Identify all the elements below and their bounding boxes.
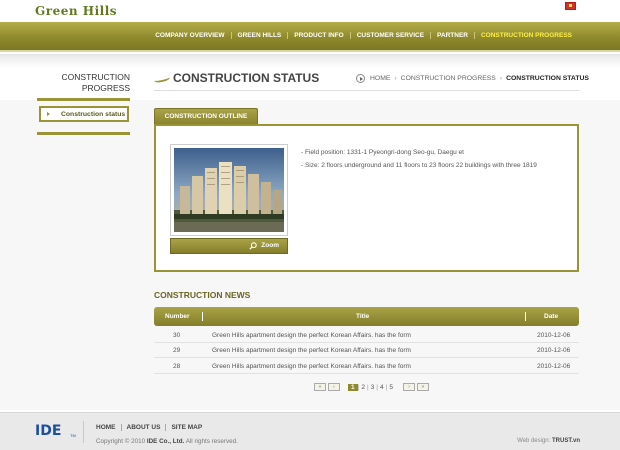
chevron-right-icon: ›: [394, 75, 397, 82]
row-title[interactable]: Green Hills apartment design the perfect…: [212, 347, 411, 354]
page-2[interactable]: 2: [359, 384, 367, 391]
column-date: Date: [544, 313, 559, 320]
info-size: - Size: 2 floors underground and 11 floo…: [301, 162, 537, 169]
title-divider: [154, 90, 579, 91]
table-row[interactable]: 28 Green Hills apartment design the perf…: [154, 359, 579, 374]
column-number: Number: [165, 313, 190, 320]
footer-link-about-us[interactable]: ABOUT US: [120, 424, 166, 431]
sidebar-item-construction-status[interactable]: Construction status: [39, 106, 129, 122]
nav-customer-service[interactable]: CUSTOMER SERVICE: [349, 32, 430, 39]
sidebar-title: CONSTRUCTION PROGRESS: [40, 72, 130, 94]
news-table-header: Number Title Date: [154, 307, 579, 326]
column-divider: [525, 312, 526, 321]
copyright-rights: All rights reserved.: [185, 438, 238, 445]
page-3[interactable]: 3: [369, 384, 377, 391]
sidebar-title-line2: PROGRESS: [81, 83, 130, 93]
magnifier-icon: [249, 242, 257, 250]
row-date: 2010-12-06: [537, 347, 571, 354]
row-date: 2010-12-06: [537, 332, 571, 339]
row-number: 30: [173, 332, 181, 339]
footer-links: HOME ABOUT US SITE MAP: [96, 424, 207, 431]
copyright-prefix: Copyright © 2010: [96, 438, 146, 445]
nav-green-hills[interactable]: GREEN HILLS: [230, 32, 288, 39]
nav-product-info[interactable]: PRODUCT INFO: [287, 32, 349, 39]
page-4[interactable]: 4: [378, 384, 386, 391]
sidebar-item-label: Construction status: [61, 111, 126, 118]
construction-info: - Field position: 1331-1 Pyeongri-dong S…: [301, 146, 537, 172]
apartment-render-image: [174, 148, 284, 232]
column-title: Title: [356, 313, 370, 320]
chevron-right-icon: ›: [499, 75, 503, 82]
zoom-label: Zoom: [261, 242, 279, 249]
footer: IDE TM HOME ABOUT US SITE MAP Copyright …: [0, 412, 620, 450]
sidebar-title-line1: CONSTRUCTION: [61, 72, 130, 82]
next-page-button[interactable]: ›: [402, 383, 415, 391]
row-title[interactable]: Green Hills apartment design the perfect…: [212, 332, 411, 339]
sidebar-divider-top: [37, 98, 130, 101]
copyright-company: IDE Co., Ltd.: [146, 438, 185, 445]
row-number: 29: [173, 347, 181, 354]
breadcrumb: HOME › CONSTRUCTION PROGRESS › CONSTRUCT…: [356, 74, 589, 83]
table-row[interactable]: 30 Green Hills apartment design the perf…: [154, 328, 579, 343]
nav-company-overview[interactable]: COMPANY OVERVIEW: [149, 32, 230, 39]
row-date: 2010-12-06: [537, 363, 571, 370]
site-logo[interactable]: Green Hills: [35, 4, 117, 18]
main-nav-bar: COMPANY OVERVIEW GREEN HILLS PRODUCT INF…: [0, 22, 620, 52]
nav-partner[interactable]: PARTNER: [430, 32, 474, 39]
construction-photo[interactable]: [174, 148, 284, 232]
page-5[interactable]: 5: [387, 384, 395, 391]
row-number: 28: [173, 363, 181, 370]
page-title: CONSTRUCTION STATUS: [173, 71, 320, 85]
sidebar-divider-bottom: [37, 132, 130, 135]
page-1[interactable]: 1: [348, 383, 358, 391]
main-nav: COMPANY OVERVIEW GREEN HILLS PRODUCT INF…: [149, 32, 578, 39]
header-shadow: [0, 54, 620, 68]
design-label: Web design:: [517, 438, 551, 444]
breadcrumb-construction-progress[interactable]: CONSTRUCTION PROGRESS: [401, 75, 496, 82]
footer-divider: [83, 421, 84, 443]
info-field-position: - Field position: 1331-1 Pyeongri-dong S…: [301, 149, 464, 156]
last-page-button[interactable]: »: [416, 383, 429, 391]
zoom-button[interactable]: Zoom: [170, 238, 288, 254]
footer-logo-trademark: TM: [70, 433, 76, 438]
footer-link-home[interactable]: HOME: [96, 424, 121, 431]
home-icon[interactable]: [356, 74, 365, 83]
breadcrumb-current: CONSTRUCTION STATUS: [506, 75, 589, 82]
construction-outline-panel: Zoom - Field position: 1331-1 Pyeongri-d…: [154, 124, 579, 272]
title-swoosh-icon: [153, 74, 171, 84]
construction-photo-frame: [170, 144, 288, 236]
table-row[interactable]: 29 Green Hills apartment design the perf…: [154, 343, 579, 358]
copyright: Copyright © 2010 IDE Co., Ltd. All right…: [96, 438, 238, 445]
tab-construction-outline[interactable]: CONSTRUCTION OUTLINE: [154, 108, 258, 124]
first-page-button[interactable]: «: [314, 383, 326, 391]
nav-construction-progress[interactable]: CONSTRUCTION PROGRESS: [473, 32, 578, 39]
breadcrumb-home[interactable]: HOME: [370, 75, 390, 82]
row-title[interactable]: Green Hills apartment design the perfect…: [212, 363, 411, 370]
footer-link-site-map[interactable]: SITE MAP: [165, 424, 207, 431]
footer-logo[interactable]: IDE: [35, 423, 61, 439]
pagination: « ‹ 1 | 2 | 3 | 4 | 5 › »: [314, 383, 431, 391]
prev-page-button[interactable]: ‹: [328, 383, 340, 391]
news-section-title: CONSTRUCTION NEWS: [154, 290, 251, 300]
column-divider: [202, 312, 203, 321]
design-by[interactable]: TRUST.vn: [552, 438, 580, 444]
web-design-credit: Web design: TRUST.vn: [517, 438, 580, 444]
top-bar: Green Hills: [0, 0, 620, 22]
vietnam-flag-icon[interactable]: [565, 2, 576, 10]
